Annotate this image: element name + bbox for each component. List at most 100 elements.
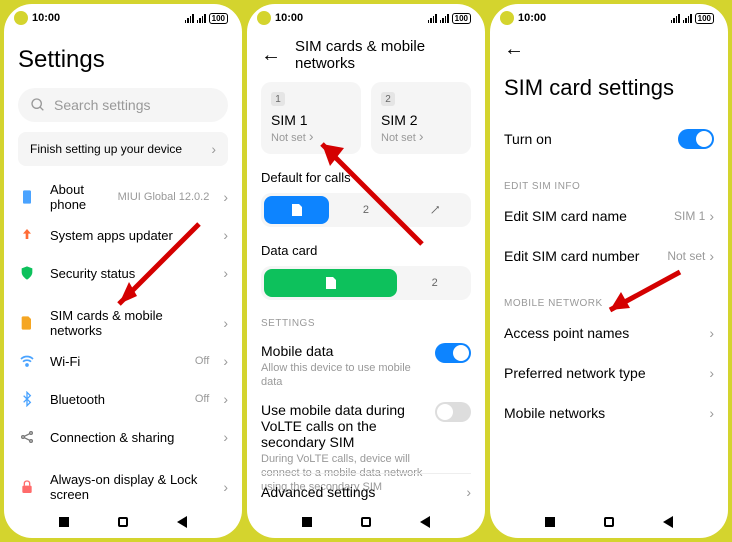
signal-icon	[185, 14, 194, 23]
nav-back-button[interactable]	[177, 516, 187, 528]
chevron-right-icon: ›	[223, 315, 228, 331]
row-side: Off	[195, 393, 209, 405]
row-updater[interactable]: System apps updater ›	[18, 216, 228, 254]
page-title: SIM cards & mobile networks	[295, 38, 471, 72]
row-side: MIUI Global 12.0.2	[118, 191, 210, 203]
nav-recents-button[interactable]	[545, 517, 555, 527]
wifi-icon	[18, 352, 36, 370]
row-connection[interactable]: Connection & sharing ›	[18, 418, 228, 456]
chevron-right-icon: ›	[709, 365, 714, 381]
phone-sim-settings: 10:00 100 ← SIM card settings Turn on ED…	[490, 4, 728, 538]
nav-home-button[interactable]	[361, 517, 371, 527]
sim-name: SIM 2	[381, 112, 461, 128]
row-label: Edit SIM card number	[504, 248, 639, 264]
row-label: Turn on	[504, 131, 552, 147]
search-input[interactable]: Search settings	[18, 88, 228, 122]
page-title: Settings	[18, 46, 228, 74]
row-advanced-settings[interactable]: Advanced settings ›	[261, 473, 471, 500]
row-label: About phone	[50, 182, 104, 212]
chevron-right-icon: ›	[223, 227, 228, 243]
clock: 10:00	[518, 12, 546, 24]
nav-bar	[490, 506, 728, 538]
shield-icon	[18, 264, 36, 282]
status-bar: 10:00 100	[247, 4, 485, 28]
row-mobile-data[interactable]: Mobile data Allow this device to use mob…	[261, 337, 471, 396]
sim1-card[interactable]: 1 SIM 1 Not set ›	[261, 82, 361, 154]
row-apn[interactable]: Access point names ›	[504, 313, 714, 353]
chevron-right-icon: ›	[223, 429, 228, 445]
status-bar: 10:00 100	[490, 4, 728, 28]
nav-recents-button[interactable]	[302, 517, 312, 527]
row-turn-on[interactable]: Turn on	[504, 119, 714, 159]
chevron-right-icon: ›	[709, 405, 714, 421]
nav-back-button[interactable]	[420, 516, 430, 528]
signal-icon	[440, 14, 449, 23]
camera-dot-icon	[257, 11, 271, 25]
calls-segmented: 2	[261, 193, 471, 227]
calls-sim2-button[interactable]: 2	[333, 196, 398, 224]
sim-sub: Not set	[271, 132, 306, 144]
sim-badge: 2	[381, 92, 395, 106]
nav-recents-button[interactable]	[59, 517, 69, 527]
chevron-right-icon: ›	[419, 128, 424, 144]
mobile-data-toggle[interactable]	[435, 343, 471, 363]
sim2-card[interactable]: 2 SIM 2 Not set ›	[371, 82, 471, 154]
page-title: SIM card settings	[504, 75, 714, 101]
row-about-phone[interactable]: About phone MIUI Global 12.0.2 ›	[18, 178, 228, 216]
row-aod[interactable]: Always-on display & Lock screen ›	[18, 468, 228, 506]
search-icon	[30, 97, 46, 113]
chevron-right-icon: ›	[709, 208, 714, 224]
row-mobile-networks[interactable]: Mobile networks ›	[504, 393, 714, 433]
update-icon	[18, 226, 36, 244]
calls-sim1-button[interactable]	[264, 196, 329, 224]
volte-data-toggle[interactable]	[435, 402, 471, 422]
nav-back-button[interactable]	[663, 516, 673, 528]
chevron-right-icon: ›	[211, 141, 216, 157]
row-title: Mobile data	[261, 343, 425, 359]
row-label: Security status	[50, 266, 209, 281]
row-edit-number[interactable]: Edit SIM card number Not set›	[504, 236, 714, 276]
sim-name: SIM 1	[271, 112, 351, 128]
row-bluetooth[interactable]: Bluetooth Off ›	[18, 380, 228, 418]
row-preferred-network[interactable]: Preferred network type ›	[504, 353, 714, 393]
back-button[interactable]: ←	[504, 38, 524, 61]
nav-home-button[interactable]	[604, 517, 614, 527]
phone-icon	[18, 188, 36, 206]
chevron-right-icon: ›	[466, 484, 471, 500]
section-edit-sim: EDIT SIM INFO	[504, 181, 714, 192]
status-bar: 10:00 100	[4, 4, 242, 28]
data-segmented: 2	[261, 266, 471, 300]
row-label: Mobile networks	[504, 405, 605, 421]
data-sim1-button[interactable]	[264, 269, 397, 297]
clock: 10:00	[32, 12, 60, 24]
camera-dot-icon	[14, 11, 28, 25]
signal-icon	[671, 14, 680, 23]
sim-icon	[18, 314, 36, 332]
search-placeholder: Search settings	[54, 97, 151, 113]
lock-icon	[18, 478, 36, 496]
row-subtitle: Allow this device to use mobile data	[261, 361, 425, 390]
finish-setup-button[interactable]: Finish setting up your device ›	[18, 132, 228, 166]
bluetooth-icon	[18, 390, 36, 408]
row-edit-name[interactable]: Edit SIM card name SIM 1›	[504, 196, 714, 236]
chevron-right-icon: ›	[223, 479, 228, 495]
calls-ask-button[interactable]	[403, 196, 468, 224]
row-label: SIM cards & mobile networks	[50, 308, 209, 338]
nav-bar	[247, 506, 485, 538]
data-sim2-button[interactable]: 2	[401, 269, 468, 297]
camera-dot-icon	[500, 11, 514, 25]
row-wifi[interactable]: Wi-Fi Off ›	[18, 342, 228, 380]
row-value: Not set	[667, 249, 705, 263]
chevron-right-icon: ›	[709, 325, 714, 341]
nav-home-button[interactable]	[118, 517, 128, 527]
row-sim-networks[interactable]: SIM cards & mobile networks ›	[18, 304, 228, 342]
phone-settings: 10:00 100 Settings Search settings Finis…	[4, 4, 242, 538]
row-security[interactable]: Security status ›	[18, 254, 228, 292]
row-label: Always-on display & Lock screen	[50, 472, 209, 502]
row-title: Use mobile data during VoLTE calls on th…	[261, 402, 425, 450]
turn-on-toggle[interactable]	[678, 129, 714, 149]
section-data-card: Data card	[261, 243, 471, 258]
back-button[interactable]: ←	[261, 44, 281, 67]
clock: 10:00	[275, 12, 303, 24]
sim-badge: 1	[271, 92, 285, 106]
